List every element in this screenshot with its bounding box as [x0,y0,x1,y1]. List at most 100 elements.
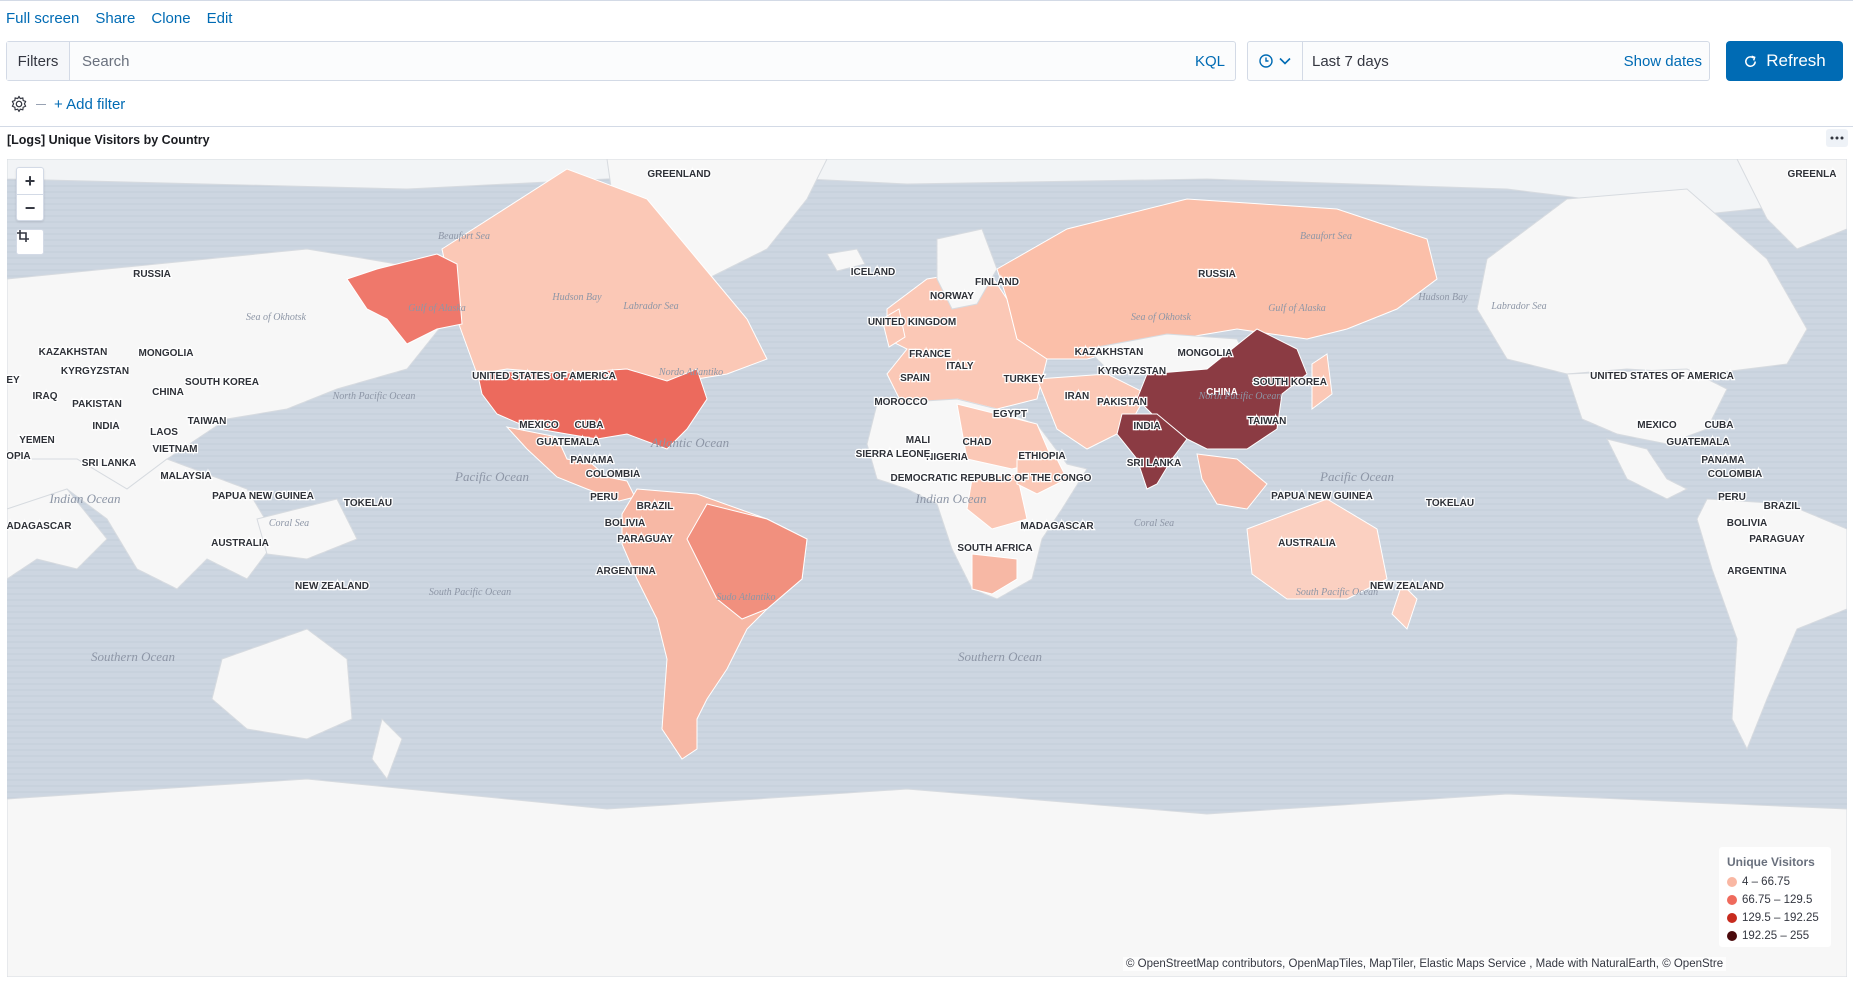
label-hudson-bay-right: Hudson Bay [1417,292,1468,303]
clock-icon [1259,54,1273,68]
label-malaysia: MALAYSIA [160,471,211,482]
quick-select-button[interactable] [1248,42,1303,80]
label-cuba-right: CUBA [1705,420,1734,431]
label-australia: AUSTRALIA [1278,538,1336,549]
filters-label: Filters [7,42,70,80]
share-link[interactable]: Share [95,10,135,27]
label-india-left: INDIA [92,421,119,432]
label-egypt: EGYPT [993,409,1027,420]
label-iceland: ICELAND [851,267,895,278]
add-filter-button[interactable]: + Add filter [54,96,125,113]
fit-bounds-button[interactable] [16,229,44,255]
label-sri-lanka-left: SRI LANKA [82,458,136,469]
date-range-text[interactable]: Last 7 days [1303,53,1624,70]
label-pacific-right: Pacific Ocean [1319,469,1394,484]
label-taiwan: TAIWAN [1248,416,1287,427]
label-south-pacific-right: South Pacific Ocean [1296,587,1378,598]
label-paraguay: PARAGUAY [617,534,673,545]
label-sea-okhotsk-mid: Sea of Okhotsk [1131,312,1192,323]
label-cuba: CUBA [575,420,604,431]
label-pacific: Pacific Ocean [454,469,529,484]
label-madagascar-left: ADAGASCAR [7,521,72,532]
search-bar: Filters KQL [6,41,1236,81]
label-pakistan-mid: PAKISTAN [1097,397,1147,408]
label-png-left: PAPUA NEW GUINEA [212,491,314,502]
legend-item: 129.5 – 192.25 [1727,909,1831,927]
kql-toggle[interactable]: KQL [1195,53,1235,70]
chevron-down-icon [1279,57,1291,65]
label-mongolia-left: MONGOLIA [139,348,194,359]
label-gulf-alaska-right: Gulf of Alaska [1268,303,1326,314]
label-sudo-atlantiko: Sudo Atlantiko [717,592,776,603]
label-atlantic: Atlantic Ocean [650,435,729,450]
legend-title: Unique Visitors [1727,855,1815,869]
label-bolivia-right: BOLIVIA [1727,518,1768,529]
label-sierra-leone: SIERRA LEONE [856,449,931,460]
show-dates-link[interactable]: Show dates [1624,53,1709,70]
label-argentina: ARGENTINA [596,566,655,577]
label-kazakhstan: KAZAKHSTAN [1075,347,1144,358]
zoom-out-button[interactable]: − [17,194,43,221]
label-kyrgyzstan-left: KYRGYZSTAN [61,366,129,377]
map-attribution[interactable]: © OpenStreetMap contributors, OpenMapTil… [1123,957,1727,971]
search-input[interactable] [70,41,1195,81]
map-canvas[interactable]: GREENLAND GREENLA RUSSIA RUSSIA ICELAND … [7,159,1847,977]
label-colombia-right: COLOMBIA [1708,469,1762,480]
label-iran: IRAN [1065,391,1089,402]
gear-icon[interactable] [10,95,28,113]
label-sri-lanka: SRI LANKA [1127,458,1181,469]
label-panama: PANAMA [570,455,613,466]
label-kazakhstan-left: KAZAKHSTAN [39,347,108,358]
label-usa-right: UNITED STATES OF AMERICA [1590,371,1734,382]
label-brazil: BRAZIL [637,501,674,512]
label-mexico: MEXICO [519,420,559,431]
label-taiwan-left: TAIWAN [188,416,227,427]
label-coral-sea: Coral Sea [269,518,309,529]
label-indian: Indian Ocean [914,491,986,506]
choropleth-map[interactable]: GREENLAND GREENLA RUSSIA RUSSIA ICELAND … [7,159,1847,977]
label-turkey: TURKEY [1003,374,1044,385]
label-drc: DEMOCRATIC REPUBLIC OF THE CONGO [891,473,1092,484]
label-russia: RUSSIA [1198,269,1236,280]
label-gulf-alaska: Gulf of Alaska [408,303,466,314]
ellipsis-icon [1830,136,1844,140]
label-southern-left: Southern Ocean [91,649,175,664]
label-peru: PERU [590,492,618,503]
zoom-in-button[interactable]: + [17,168,43,194]
label-mali: MALI [906,435,931,446]
refresh-icon [1745,55,1757,67]
legend-swatch [1727,931,1737,941]
label-ey: EY [7,375,20,386]
label-labrador-sea-right: Labrador Sea [1490,301,1546,312]
panel-options-button[interactable] [1826,129,1848,147]
label-south-africa: SOUTH AFRICA [957,543,1032,554]
legend-swatch [1727,913,1737,923]
label-usa: UNITED STATES OF AMERICA [472,371,616,382]
label-russia-left: RUSSIA [133,269,171,280]
edit-link[interactable]: Edit [207,10,233,27]
divider [36,103,46,105]
label-labrador-sea: Labrador Sea [622,301,678,312]
refresh-button[interactable]: Refresh [1726,41,1843,81]
label-france: FRANCE [909,349,951,360]
label-pakistan: PAKISTAN [72,399,122,410]
label-madagascar: MADAGASCAR [1020,521,1094,532]
legend-label: 129.5 – 192.25 [1742,912,1819,924]
legend-label: 192.25 – 255 [1742,930,1810,942]
label-south-korea: SOUTH KOREA [1253,377,1327,388]
query-bar: Filters KQL Last 7 days Show dates Refre… [0,40,1853,82]
label-south-korea-left: SOUTH KOREA [185,377,259,388]
clone-link[interactable]: Clone [151,10,190,27]
label-china-left: CHINA [152,387,184,398]
date-picker: Last 7 days Show dates [1247,41,1710,81]
label-coral-sea-mid: Coral Sea [1134,518,1174,529]
full-screen-link[interactable]: Full screen [6,10,79,27]
label-morocco: MOROCCO [874,397,928,408]
label-iraq-iran: IRAQ [33,391,58,402]
legend-swatch [1727,877,1737,887]
label-guatemala-right: GUATEMALA [1666,437,1729,448]
crop-icon [17,230,29,242]
label-italy: ITALY [946,361,974,372]
label-brazil-right: BRAZIL [1764,501,1801,512]
legend-item: 66.75 – 129.5 [1727,891,1831,909]
